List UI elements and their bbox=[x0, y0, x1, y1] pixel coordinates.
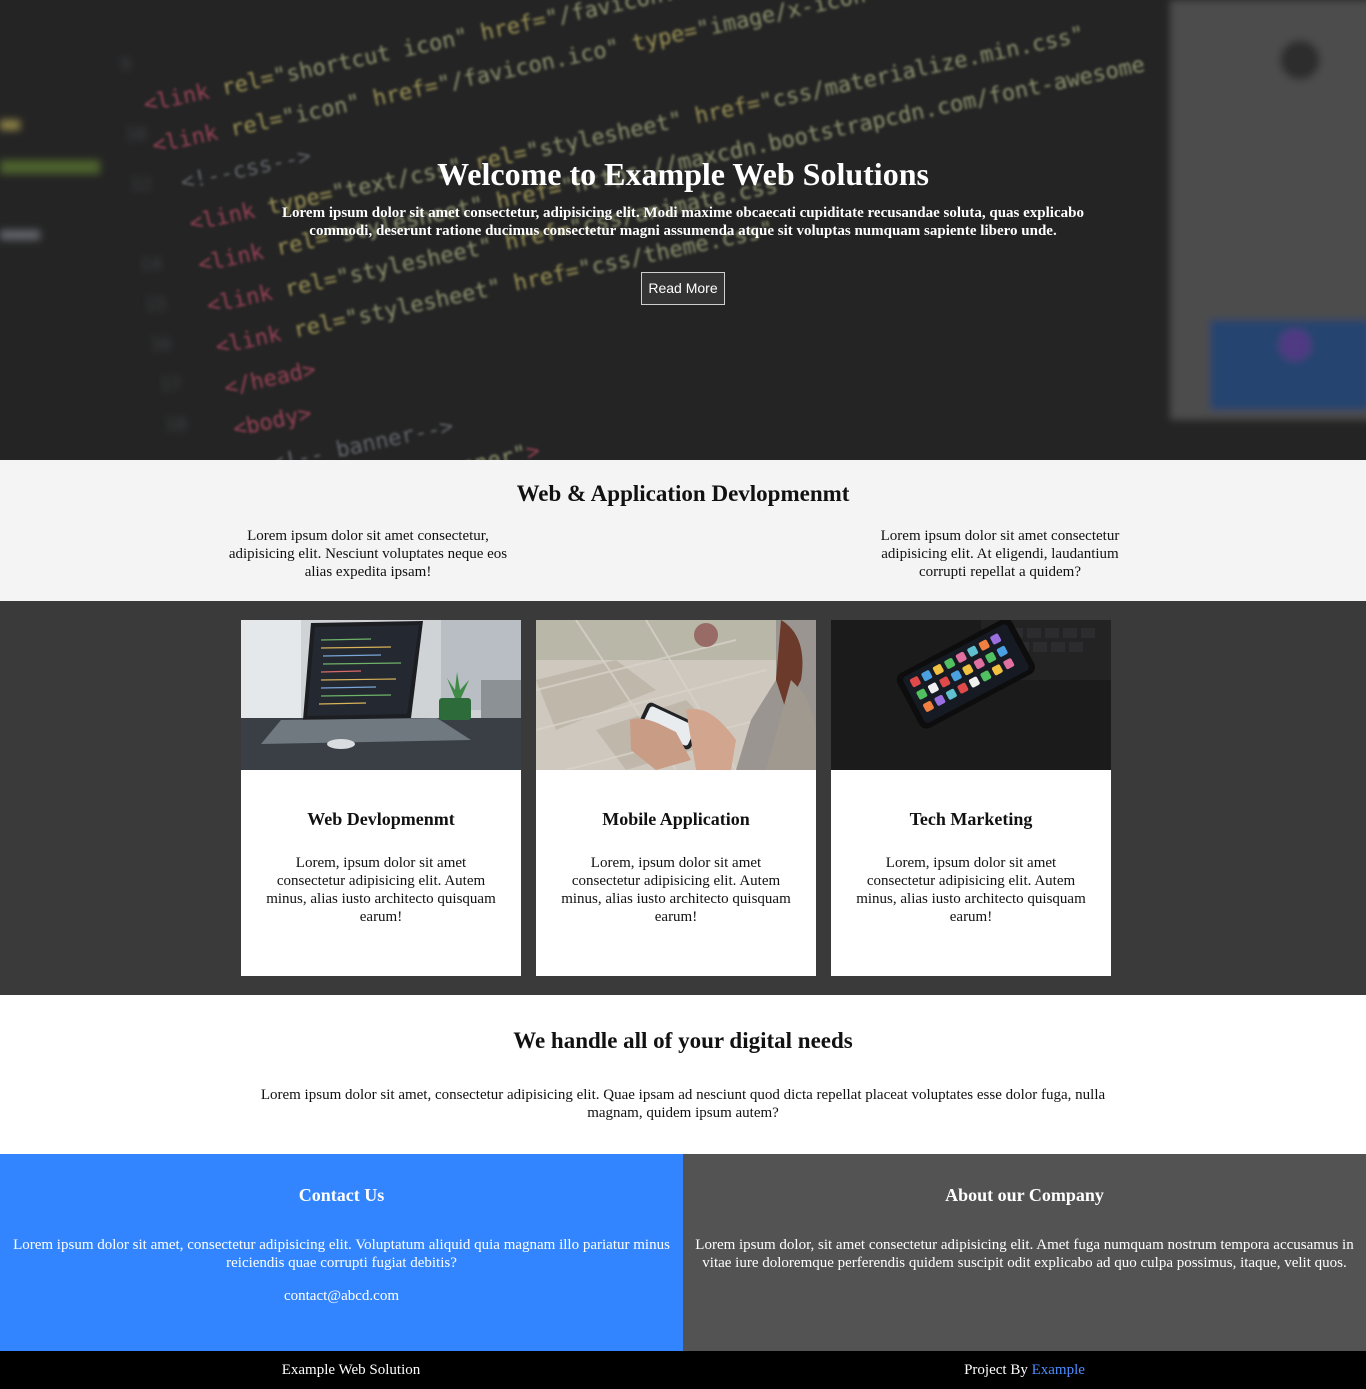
hero-title: Welcome to Example Web Solutions bbox=[437, 156, 929, 192]
contact-email[interactable]: contact@abcd.com bbox=[0, 1287, 683, 1305]
info-panels: Contact Us Lorem ipsum dolor sit amet, c… bbox=[0, 1154, 1366, 1351]
footer-brand: Example Web Solution bbox=[281, 1362, 421, 1378]
service-text-mobile: Lorem, ipsum dolor sit amet consectetur … bbox=[561, 855, 791, 925]
phone-in-hand-photo bbox=[536, 620, 816, 770]
about-title: About our Company bbox=[945, 1185, 1104, 1205]
footer-credit-prefix: Project By bbox=[964, 1362, 1028, 1378]
laptop-code-photo bbox=[241, 620, 521, 770]
service-card-web: Web Devlopmenmt Lorem, ipsum dolor sit a… bbox=[241, 620, 521, 976]
service-title-web: Web Devlopmenmt bbox=[307, 809, 455, 829]
footer-credit-link[interactable]: Example bbox=[1032, 1362, 1085, 1378]
digital-needs-title: We handle all of your digital needs bbox=[513, 1028, 853, 1053]
hero-content: Welcome to Example Web Solutions Lorem i… bbox=[0, 0, 1366, 460]
service-text-marketing: Lorem, ipsum dolor sit amet consectetur … bbox=[856, 855, 1086, 925]
footer-credit: Project By Example bbox=[683, 1361, 1366, 1379]
service-card-mobile: Mobile Application Lorem, ipsum dolor si… bbox=[536, 620, 816, 976]
digital-needs-section: We handle all of your digital needs Lore… bbox=[0, 995, 1366, 1154]
smartphone-apps-photo bbox=[831, 620, 1111, 770]
contact-title: Contact Us bbox=[298, 1185, 385, 1205]
services-section: Web Devlopmenmt Lorem, ipsum dolor sit a… bbox=[0, 601, 1366, 995]
contact-text: Lorem ipsum dolor sit amet, consectetur … bbox=[13, 1237, 670, 1271]
service-text-web: Lorem, ipsum dolor sit amet consectetur … bbox=[266, 855, 496, 925]
contact-panel: Contact Us Lorem ipsum dolor sit amet, c… bbox=[0, 1154, 683, 1351]
intro-left-text: Lorem ipsum dolor sit amet consectetur, … bbox=[228, 528, 508, 580]
hero-banner: <link rel="shortcut icon" href="/favicon… bbox=[0, 0, 1366, 460]
about-panel: About our Company Lorem ipsum dolor, sit… bbox=[683, 1154, 1366, 1351]
hero-text: Lorem ipsum dolor sit amet consectetur, … bbox=[282, 205, 1084, 239]
intro-section: Web & Application Devlopmenmt Lorem ipsu… bbox=[0, 460, 1366, 601]
service-title-marketing: Tech Marketing bbox=[909, 809, 1033, 829]
read-more-button[interactable]: Read More bbox=[641, 272, 725, 305]
intro-title: Web & Application Devlopmenmt bbox=[516, 481, 850, 506]
about-text: Lorem ipsum dolor, sit amet consectetur … bbox=[695, 1237, 1354, 1271]
footer-bar: Example Web Solution Project By Example bbox=[0, 1351, 1366, 1389]
intro-right-text: Lorem ipsum dolor sit amet consectetur a… bbox=[880, 528, 1120, 580]
service-title-mobile: Mobile Application bbox=[602, 809, 750, 829]
service-card-marketing: Tech Marketing Lorem, ipsum dolor sit am… bbox=[831, 620, 1111, 976]
digital-needs-text: Lorem ipsum dolor sit amet, consectetur … bbox=[260, 1087, 1106, 1121]
